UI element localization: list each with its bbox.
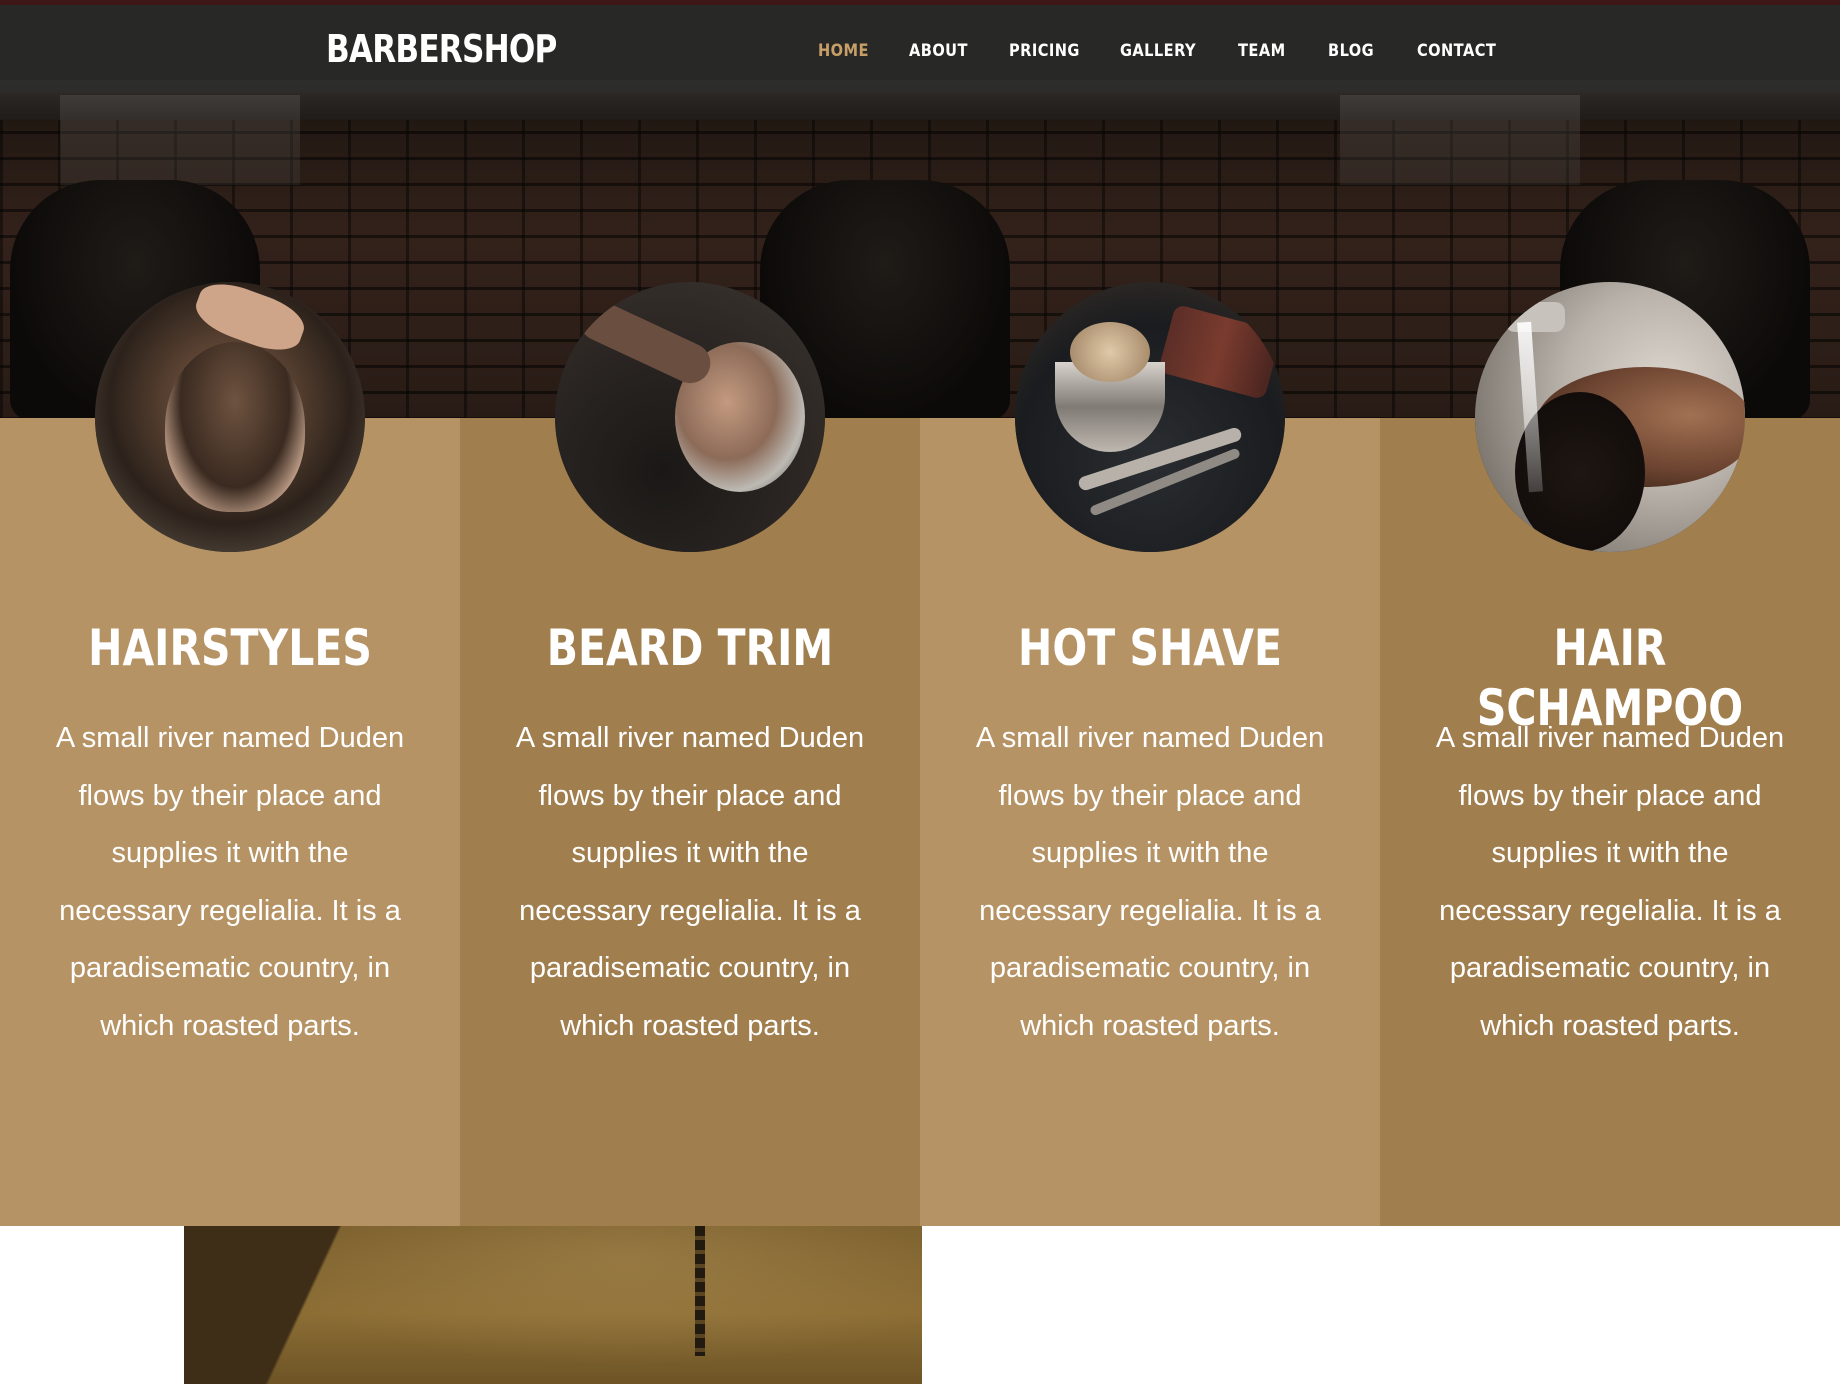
service-title: HOT SHAVE (1018, 619, 1282, 677)
nav-about[interactable]: ABOUT (909, 41, 995, 61)
main-menu: HOME ABOUT PRICING GALLERY TEAM BLOG CON… (818, 41, 1517, 61)
shaving-tools-photo (1015, 282, 1285, 552)
about-photo (184, 1226, 922, 1384)
brand-logo[interactable]: BARBERSHOP (326, 27, 557, 71)
nav-gallery[interactable]: GALLERY (1120, 41, 1221, 61)
services-section: HAIRSTYLES A small river named Duden flo… (0, 282, 1840, 1226)
service-description: A small river named Duden flows by their… (55, 722, 405, 1042)
haircut-photo (95, 282, 365, 552)
service-description: A small river named Duden flows by their… (975, 722, 1325, 1042)
service-card-hair-schampoo: HAIR SCHAMPOO A small river named Duden … (1380, 282, 1840, 1226)
nav-pricing[interactable]: PRICING (1009, 41, 1104, 61)
service-title: BEARD TRIM (546, 619, 834, 677)
service-card-beard-trim: BEARD TRIM A small river named Duden flo… (460, 282, 920, 1226)
navbar: BARBERSHOP HOME ABOUT PRICING GALLERY TE… (0, 5, 1840, 93)
hanging-lamp-chain (695, 1226, 705, 1356)
hair-wash-photo (1475, 282, 1745, 552)
nav-blog[interactable]: BLOG (1328, 41, 1405, 61)
nav-home[interactable]: HOME (818, 41, 896, 61)
service-title: HAIRSTYLES (88, 619, 372, 677)
beard-trim-photo (555, 282, 825, 552)
service-card-hairstyles: HAIRSTYLES A small river named Duden flo… (0, 282, 460, 1226)
service-description: A small river named Duden flows by their… (1435, 722, 1785, 1042)
service-card-hot-shave: HOT SHAVE A small river named Duden flow… (920, 282, 1380, 1226)
service-description: A small river named Duden flows by their… (515, 722, 865, 1042)
nav-contact[interactable]: CONTACT (1417, 41, 1503, 61)
nav-team[interactable]: TEAM (1238, 41, 1315, 61)
